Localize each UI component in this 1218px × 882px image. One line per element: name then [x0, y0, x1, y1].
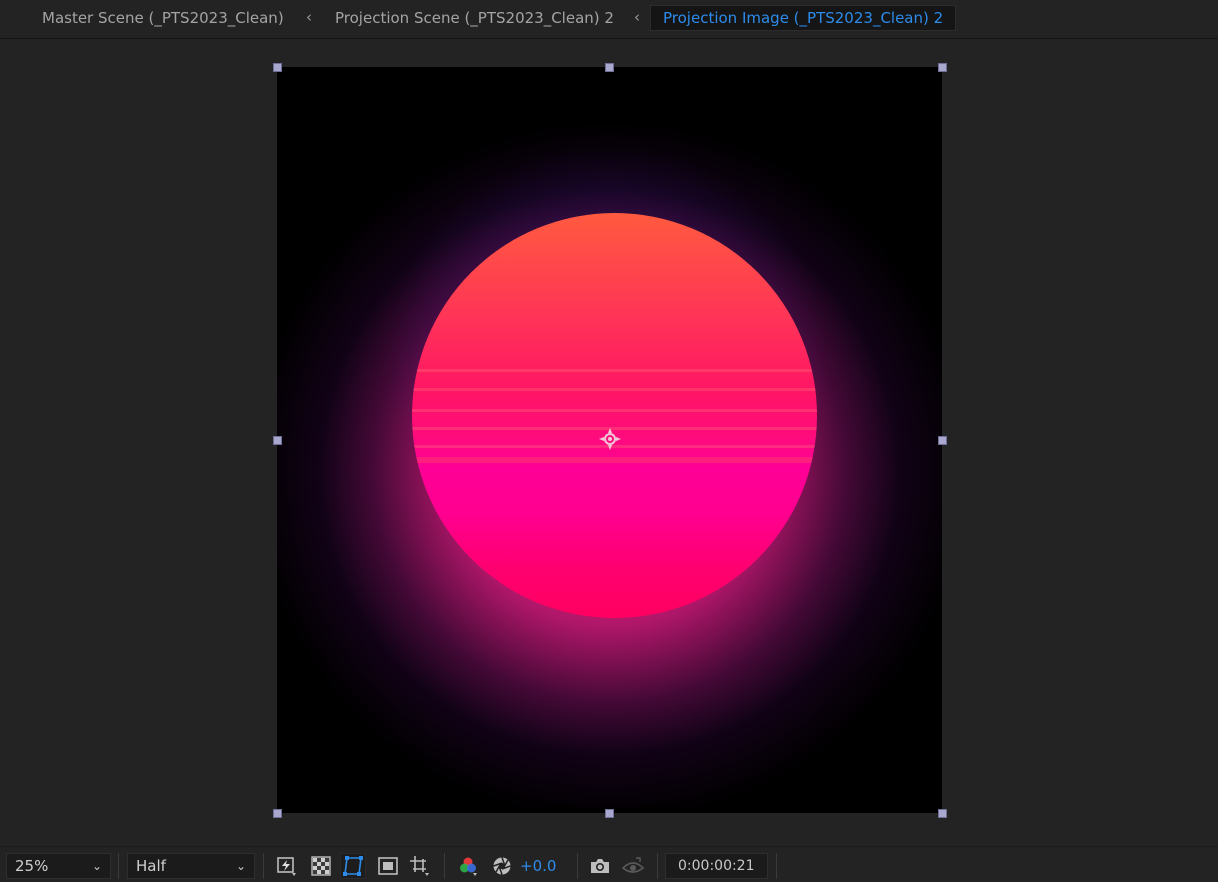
toolbar-divider	[657, 853, 658, 879]
breadcrumb-separator-icon: ‹	[634, 8, 640, 26]
color-channels-button[interactable]	[455, 853, 481, 879]
transform-handle-bottom-left[interactable]	[273, 809, 282, 818]
take-snapshot-button[interactable]	[587, 853, 613, 879]
transform-handle-top-left[interactable]	[273, 63, 282, 72]
breadcrumb-projection-scene[interactable]: Projection Scene (_PTS2023_Clean) 2	[335, 0, 614, 36]
current-time-display[interactable]: 0:00:00:21	[665, 853, 768, 879]
breadcrumb-separator-icon: ‹	[306, 8, 312, 26]
anchor-point-icon[interactable]	[598, 427, 622, 451]
show-snapshot-button[interactable]	[620, 853, 646, 879]
transform-handle-right[interactable]	[938, 436, 947, 445]
transparency-grid-icon	[311, 856, 331, 876]
transparency-grid-button[interactable]	[308, 853, 334, 879]
toolbar-divider	[776, 853, 777, 879]
transform-handle-top-right[interactable]	[938, 63, 947, 72]
reset-exposure-button[interactable]	[489, 853, 515, 879]
sun-layer[interactable]	[412, 213, 817, 618]
grid-guides-icon	[410, 856, 429, 876]
transform-handle-left[interactable]	[273, 436, 282, 445]
magnification-value: 25%	[15, 857, 49, 875]
toolbar-divider	[263, 853, 264, 879]
transform-handle-top[interactable]	[605, 63, 614, 72]
composition-breadcrumb-bar: Master Scene (_PTS2023_Clean) ‹ Projecti…	[0, 0, 1218, 39]
toolbar-divider	[118, 853, 119, 879]
reset-exposure-icon	[493, 857, 511, 875]
chevron-down-icon: ⌄	[91, 859, 102, 873]
viewer-toolbar: 25% ⌄ Half ⌄ +0.0 0:00:00:21	[0, 846, 1218, 882]
chevron-down-icon: ⌄	[235, 859, 246, 873]
mask-path-visibility-button[interactable]	[340, 853, 366, 879]
region-of-interest-button[interactable]	[375, 853, 401, 879]
show-snapshot-icon	[622, 857, 644, 873]
toolbar-divider	[577, 853, 578, 879]
exposure-value[interactable]: +0.0	[520, 853, 556, 879]
transform-handle-bottom[interactable]	[605, 809, 614, 818]
breadcrumb-projection-image[interactable]: Projection Image (_PTS2023_Clean) 2	[650, 5, 957, 31]
snapshot-camera-icon	[591, 859, 609, 873]
region-of-interest-icon	[378, 857, 398, 875]
toolbar-divider	[444, 853, 445, 879]
fast-previews-button[interactable]	[274, 853, 300, 879]
grid-guides-button[interactable]	[407, 853, 433, 879]
resolution-value: Half	[136, 857, 166, 875]
mask-path-visibility-icon	[343, 856, 363, 876]
breadcrumb-master-scene[interactable]: Master Scene (_PTS2023_Clean)	[42, 0, 284, 36]
transform-handle-bottom-right[interactable]	[938, 809, 947, 818]
resolution-dropdown[interactable]: Half ⌄	[127, 853, 255, 879]
color-channels-icon	[460, 857, 477, 876]
magnification-dropdown[interactable]: 25% ⌄	[6, 853, 111, 879]
fast-previews-icon	[277, 857, 296, 876]
